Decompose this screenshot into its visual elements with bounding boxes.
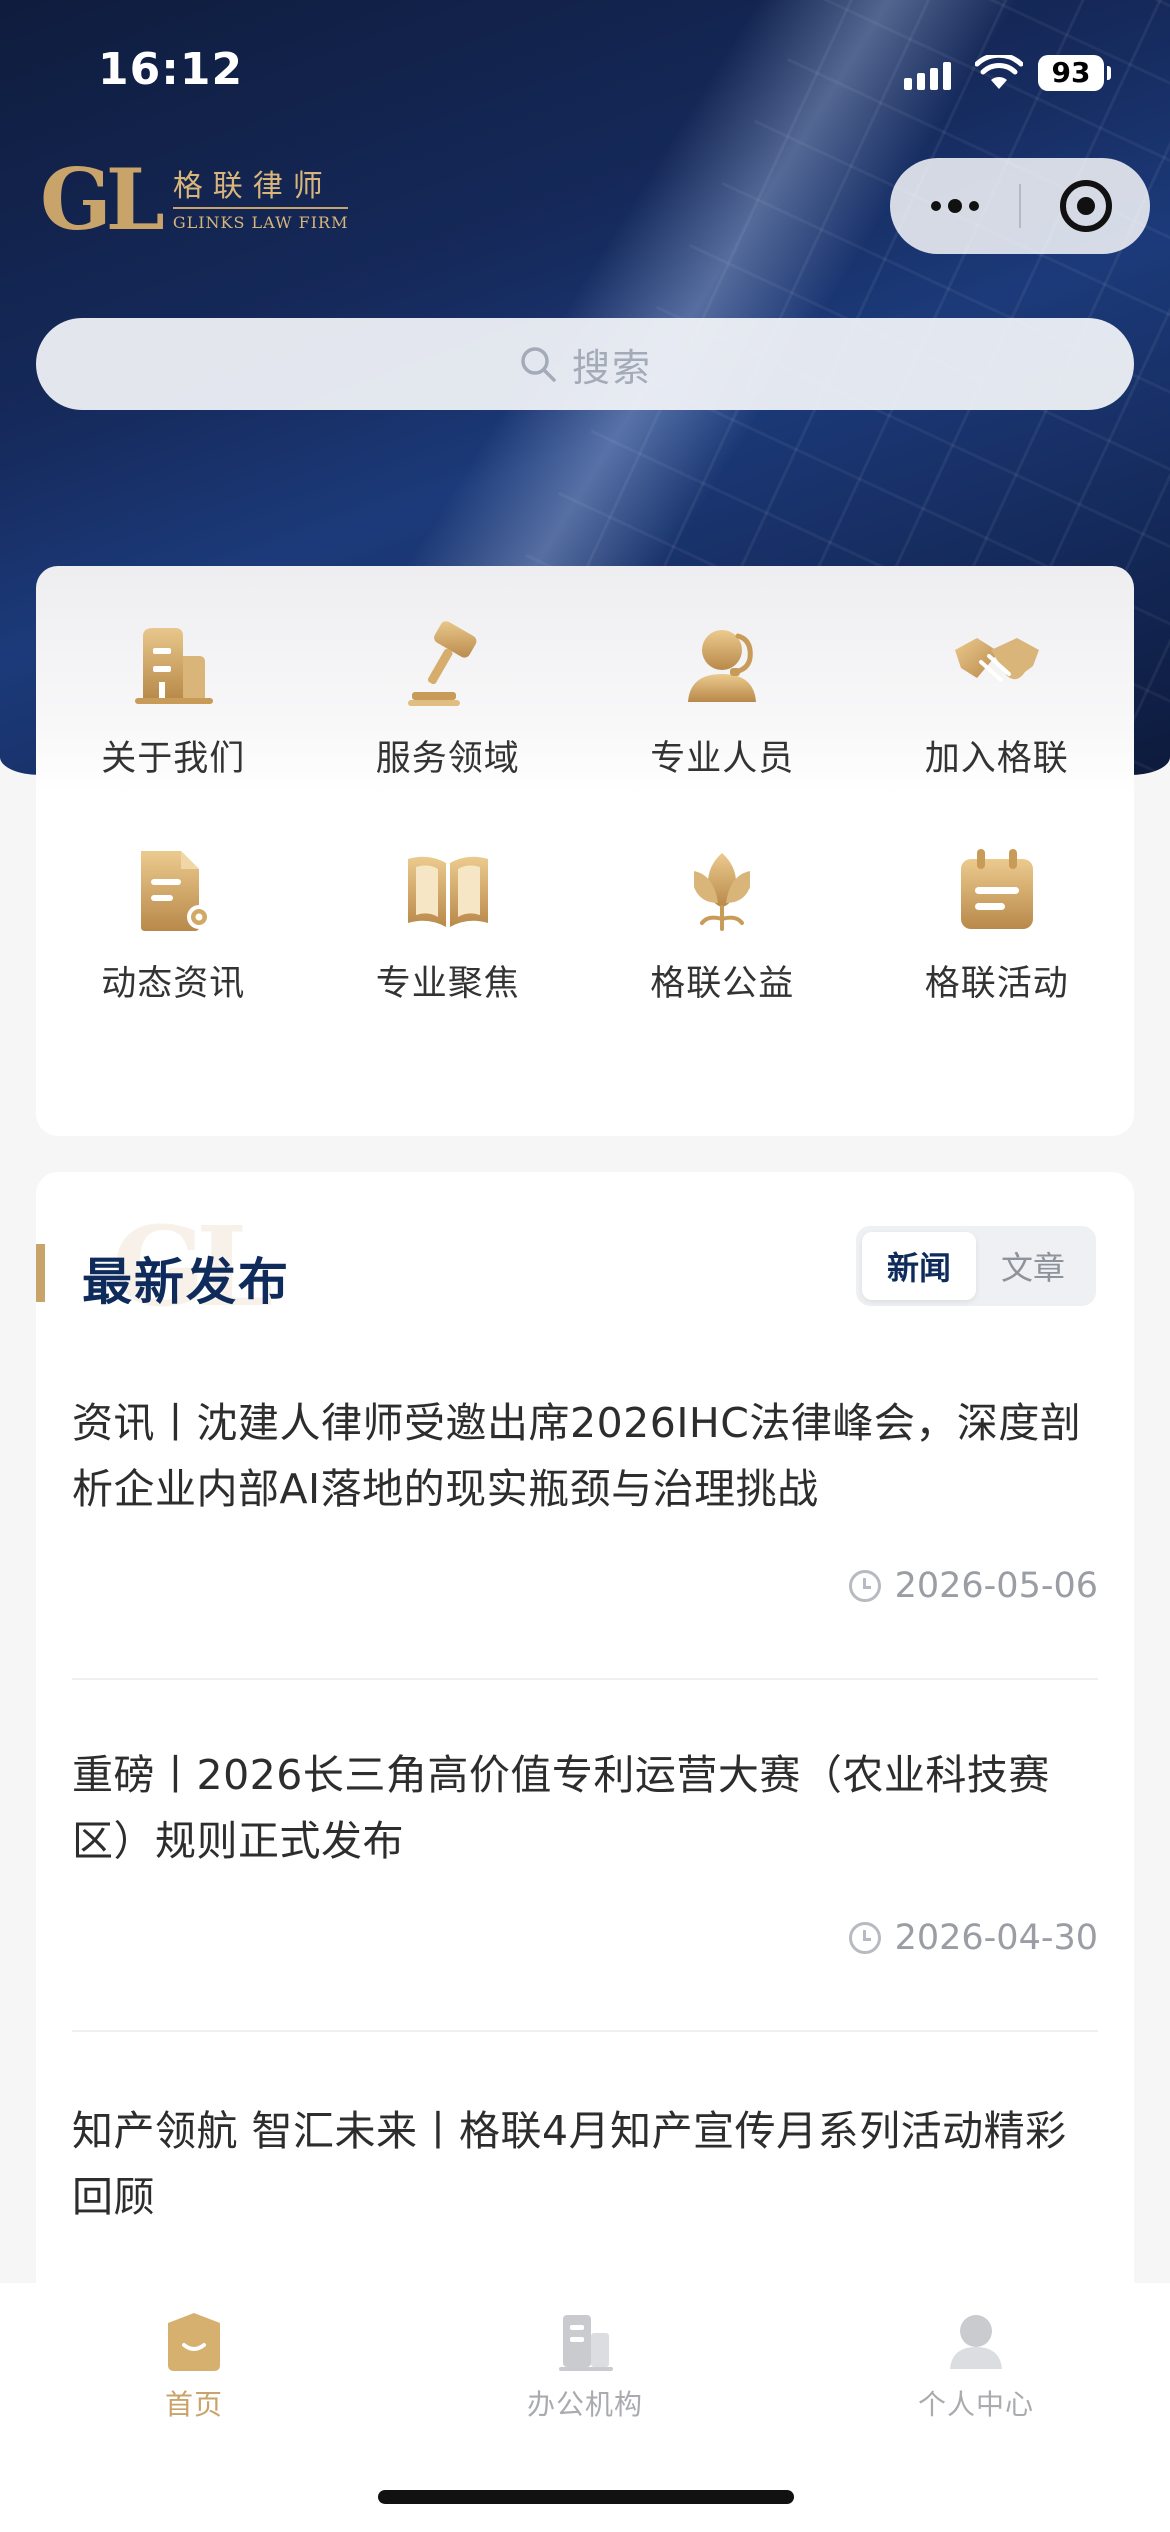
- menu-grid: 关于我们 服务领域 专业人员 加入格联 动态资讯 专业聚焦 格联公益 格联活动: [36, 616, 1134, 1006]
- brand-logo: GL 格联律师 GLINKS LAW FIRM: [40, 150, 349, 249]
- menu-item-services[interactable]: 服务领域: [311, 616, 586, 781]
- news-item[interactable]: 知产领航 智汇未来丨格联4月知产宣传月系列活动精彩回顾: [72, 2098, 1098, 2230]
- menu-label: 服务领域: [375, 739, 520, 779]
- open-book-icon: [407, 856, 488, 927]
- clock-icon: [848, 1570, 881, 1602]
- wifi-icon: [975, 55, 1023, 89]
- signal-icon: [904, 62, 951, 90]
- news-title: 资讯丨沈建人律师受邀出席2026IHC法律峰会，深度剖析企业内部AI落地的现实瓶…: [72, 1399, 1082, 1513]
- menu-item-news[interactable]: 动态资讯: [36, 841, 311, 1006]
- search-bar[interactable]: 搜索: [36, 318, 1134, 410]
- news-title: 知产领航 智汇未来丨格联4月知产宣传月系列活动精彩回顾: [72, 2107, 1067, 2221]
- tabbar-label: 办公机构: [526, 2388, 643, 2421]
- more-dots-icon[interactable]: [890, 158, 1019, 254]
- battery-icon: 93: [1038, 55, 1111, 91]
- tab-news[interactable]: 新闻: [862, 1232, 976, 1300]
- menu-item-join[interactable]: 加入格联: [860, 616, 1135, 781]
- menu-label: 格联公益: [650, 964, 795, 1004]
- news-date: 2026-05-06: [848, 1566, 1098, 1606]
- menu-item-about[interactable]: 关于我们: [36, 616, 311, 781]
- user-icon: [950, 2315, 1002, 2369]
- handshake-icon: [954, 638, 1039, 682]
- menu-label: 专业人员: [650, 739, 795, 779]
- section-accent-bar: [36, 1244, 45, 1302]
- news-divider: [72, 1678, 1098, 1680]
- clock-icon: [848, 1922, 881, 1954]
- menu-label: 专业聚焦: [375, 964, 520, 1004]
- news-date-text: 2026-05-06: [894, 1566, 1098, 1606]
- gavel-icon: [407, 621, 477, 706]
- news-tab-switcher: 新闻 文章: [856, 1226, 1096, 1306]
- miniprogram-capsule: [890, 158, 1150, 254]
- menu-label: 加入格联: [924, 739, 1069, 779]
- status-bar: 16:12 93: [0, 0, 1170, 150]
- tabbar-item-office[interactable]: 办公机构: [485, 2309, 685, 2423]
- lotus-icon: [694, 853, 751, 931]
- news-item[interactable]: 重磅丨2026长三角高价值专利运营大赛（农业科技赛区）规则正式发布: [72, 1742, 1098, 1874]
- home-icon: [168, 2313, 220, 2371]
- person-icon: [688, 630, 757, 702]
- logo-name-cn: 格联律师: [172, 168, 333, 204]
- tabbar-label: 个人中心: [917, 2388, 1034, 2421]
- menu-item-charity[interactable]: 格联公益: [585, 841, 860, 1006]
- logo-name-en: GLINKS LAW FIRM: [172, 206, 349, 232]
- logo-mark: GL: [40, 150, 165, 249]
- building-icon: [135, 628, 214, 704]
- menu-item-focus[interactable]: 专业聚焦: [311, 841, 586, 1006]
- search-placeholder: 搜索: [571, 345, 652, 390]
- menu-item-events[interactable]: 格联活动: [860, 841, 1135, 1006]
- calendar-icon: [960, 849, 1033, 929]
- document-certificate-icon: [141, 851, 212, 931]
- menu-card: 关于我们 服务领域 专业人员 加入格联 动态资讯 专业聚焦 格联公益 格联活动: [36, 566, 1134, 1136]
- menu-item-professionals[interactable]: 专业人员: [585, 616, 860, 781]
- menu-label: 关于我们: [101, 739, 246, 779]
- tabbar-item-home[interactable]: 首页: [94, 2309, 294, 2423]
- news-date-text: 2026-04-30: [894, 1918, 1098, 1958]
- status-time: 16:12: [98, 44, 244, 95]
- news-title: 重磅丨2026长三角高价值专利运营大赛（农业科技赛区）规则正式发布: [72, 1751, 1050, 1865]
- home-indicator: [378, 2490, 794, 2504]
- menu-label: 格联活动: [924, 964, 1069, 1004]
- news-date: 2026-04-30: [848, 1918, 1098, 1958]
- section-title: 最新发布: [82, 1253, 290, 1311]
- search-icon: [521, 347, 556, 382]
- target-ring-icon[interactable]: [1021, 158, 1150, 254]
- menu-label: 动态资讯: [101, 964, 246, 1004]
- tabbar-label: 首页: [164, 2388, 223, 2421]
- office-building-icon: [559, 2315, 613, 2371]
- tabbar-item-profile[interactable]: 个人中心: [876, 2309, 1076, 2423]
- news-divider: [72, 2030, 1098, 2032]
- news-item[interactable]: 资讯丨沈建人律师受邀出席2026IHC法律峰会，深度剖析企业内部AI落地的现实瓶…: [72, 1390, 1098, 1522]
- tab-articles[interactable]: 文章: [976, 1232, 1090, 1300]
